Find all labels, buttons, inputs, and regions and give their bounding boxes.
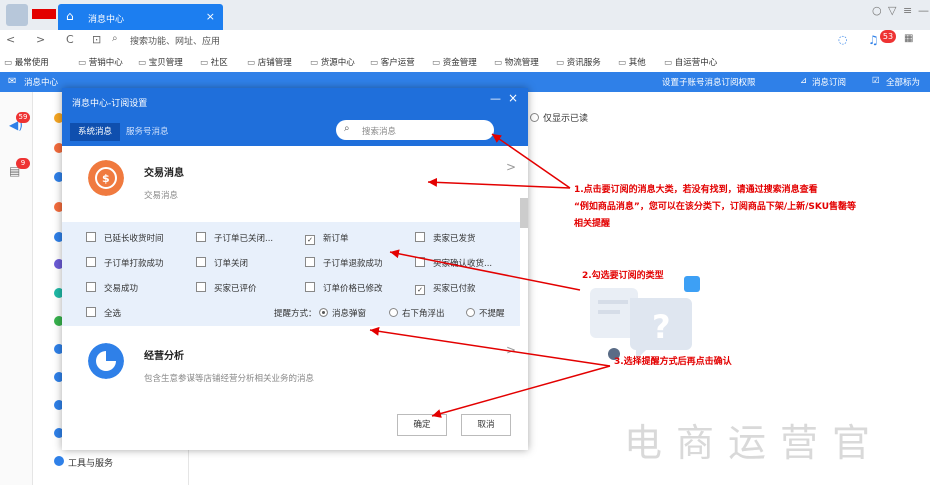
annotation-step1-line3: 相关提醒 bbox=[574, 219, 611, 229]
annotation-arrow bbox=[431, 365, 611, 418]
annotation-arrow bbox=[369, 326, 611, 367]
annotation-arrow bbox=[389, 249, 581, 291]
annotation-step1-line1: 1.点击要订阅的消息大类，若没有找到，请通过搜索消息查看 bbox=[574, 185, 818, 195]
annotation-step3: 3.选择提醒方式后再点击确认 bbox=[614, 357, 732, 367]
annotation-arrow bbox=[427, 177, 571, 189]
annotation-step2: 2.勾选要订阅的类型 bbox=[582, 271, 664, 281]
annotation-step1-line2: “例如商品消息”，您可以在该分类下，订阅商品下架/上新/SKU售罄等 bbox=[574, 202, 857, 212]
watermark: 电商运营官 bbox=[624, 421, 885, 465]
annotation-arrow bbox=[491, 133, 571, 189]
